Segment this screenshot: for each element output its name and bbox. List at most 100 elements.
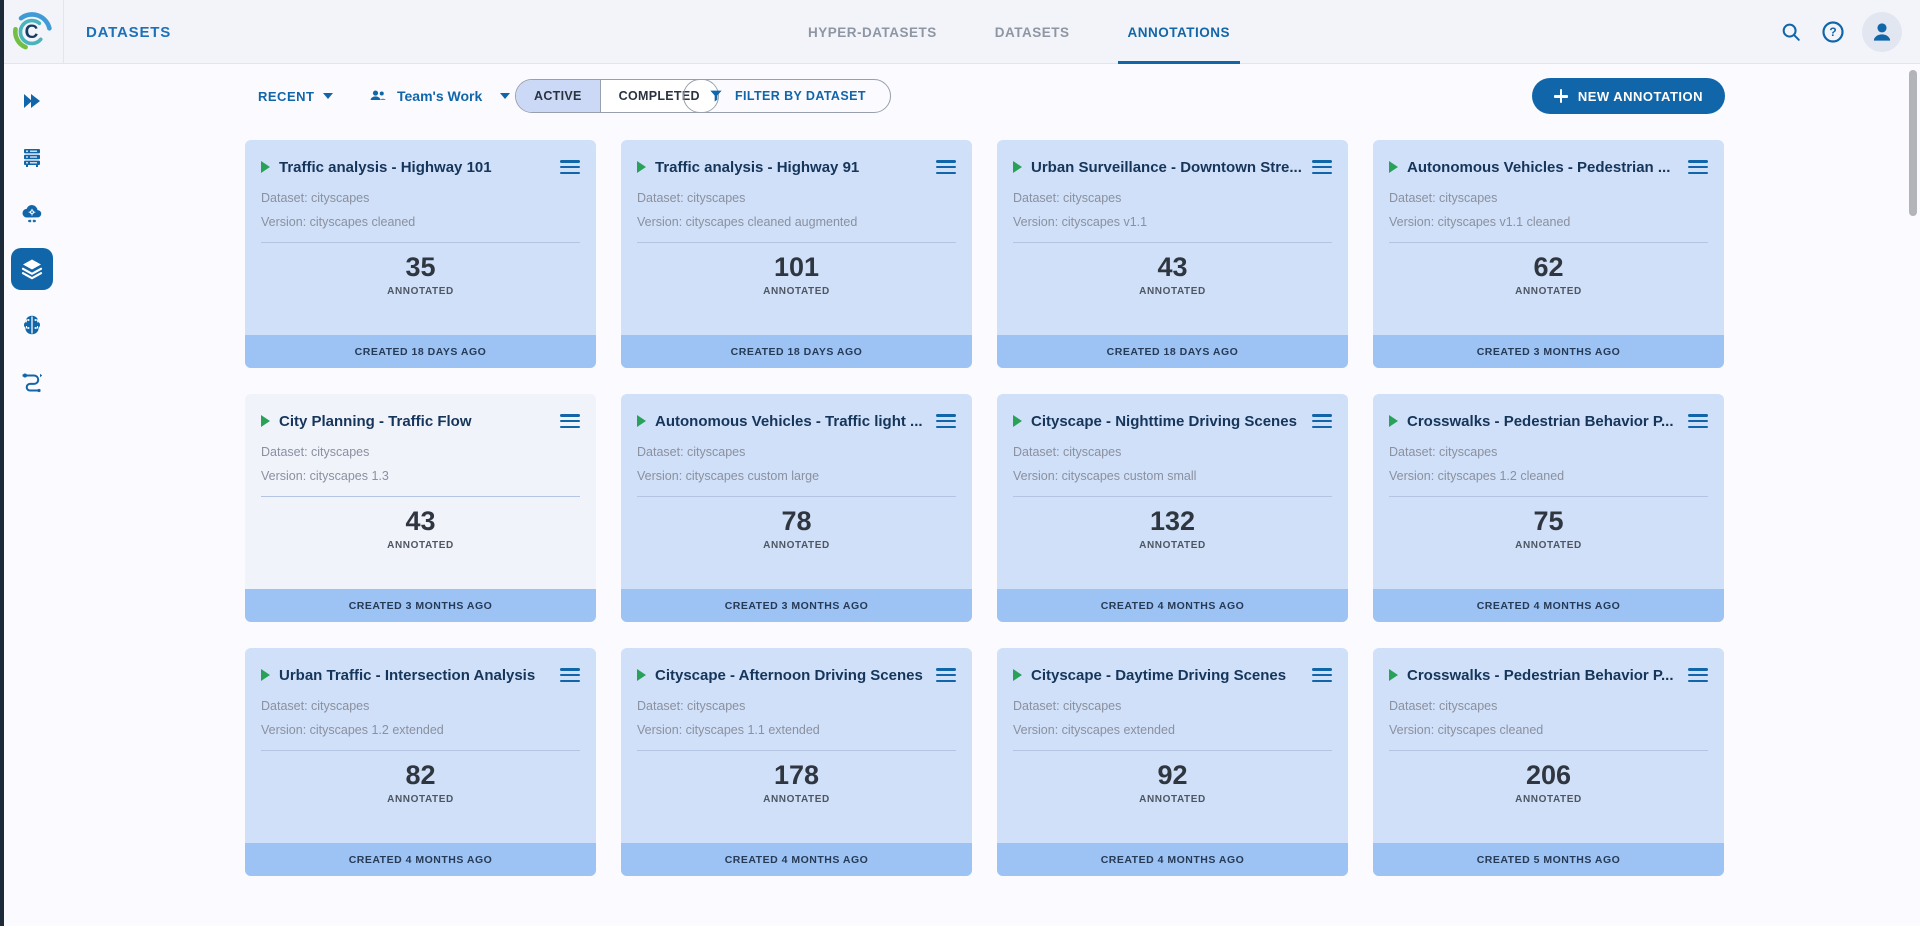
sidebar-item-projects[interactable] [11,80,53,122]
card-menu-icon[interactable] [936,663,956,687]
card-menu-icon[interactable] [560,155,580,179]
sidebar-item-applications[interactable] [11,192,53,234]
card-divider [1389,496,1708,497]
annotated-count: 178 [621,760,972,791]
annotation-card[interactable]: Traffic analysis - Highway 91 Dataset: c… [621,140,972,368]
card-version: Version: cityscapes v1.1 [997,215,1348,229]
sort-dropdown[interactable]: RECENT [258,78,333,114]
filter-toolbar: RECENT Team's Work ACTIVE COMPLETED FILT… [0,78,1920,114]
annotated-count: 132 [997,506,1348,537]
brain-icon [20,313,44,337]
double-chevron-icon [20,89,44,113]
card-version: Version: cityscapes cleaned augmented [621,215,972,229]
app-logo[interactable]: C [0,0,64,64]
card-title: Autonomous Vehicles - Traffic light ... [655,413,927,430]
card-dataset: Dataset: cityscapes [1373,445,1724,459]
card-title: City Planning - Traffic Flow [279,413,551,430]
sidebar-item-workers-queues[interactable] [11,136,53,178]
sidebar-item-models[interactable] [11,304,53,346]
scope-dropdown[interactable]: Team's Work [368,78,510,114]
card-menu-icon[interactable] [1312,155,1332,179]
card-menu-icon[interactable] [560,409,580,433]
play-icon [261,161,270,173]
sidebar-item-pipelines[interactable] [11,360,53,402]
card-menu-icon[interactable] [1312,663,1332,687]
filter-by-dataset-button[interactable]: FILTER BY DATASET [683,79,891,113]
card-title: Cityscape - Daytime Driving Scenes [1031,667,1303,684]
annotated-label: ANNOTATED [621,794,972,805]
annotated-count: 101 [621,252,972,283]
card-menu-icon[interactable] [1688,155,1708,179]
annotation-card[interactable]: Autonomous Vehicles - Pedestrian ... Dat… [1373,140,1724,368]
vertical-scrollbar-thumb[interactable] [1909,70,1917,216]
card-menu-icon[interactable] [1688,409,1708,433]
card-created-badge: CREATED 3 MONTHS AGO [245,589,596,622]
card-dataset: Dataset: cityscapes [1373,191,1724,205]
card-menu-icon[interactable] [1688,663,1708,687]
tab-hyper-datasets[interactable]: HYPER-DATASETS [804,0,941,64]
annotation-card[interactable]: Crosswalks - Pedestrian Behavior P... Da… [1373,648,1724,876]
annotation-card[interactable]: Cityscape - Nighttime Driving Scenes Dat… [997,394,1348,622]
card-dataset: Dataset: cityscapes [997,445,1348,459]
card-divider [1389,242,1708,243]
funnel-icon [708,88,724,104]
play-icon [1389,161,1398,173]
card-title: Traffic analysis - Highway 101 [279,159,551,176]
annotated-label: ANNOTATED [1373,794,1724,805]
new-annotation-button[interactable]: NEW ANNOTATION [1532,78,1725,114]
left-sidebar [0,64,64,926]
sidebar-item-datasets[interactable] [11,248,53,290]
card-dataset: Dataset: cityscapes [621,699,972,713]
annotation-card[interactable]: Autonomous Vehicles - Traffic light ... … [621,394,972,622]
annotated-label: ANNOTATED [245,540,596,551]
person-icon [1869,19,1895,45]
annotated-count: 92 [997,760,1348,791]
logo-letter: C [10,10,54,54]
sort-dropdown-label: RECENT [258,89,314,104]
card-grid: Traffic analysis - Highway 101 Dataset: … [245,140,1724,876]
card-created-badge: CREATED 4 MONTHS AGO [1373,589,1724,622]
card-menu-icon[interactable] [936,155,956,179]
search-icon[interactable] [1778,19,1804,45]
annotated-count: 78 [621,506,972,537]
card-menu-icon[interactable] [560,663,580,687]
chevron-down-icon [500,93,510,99]
card-dataset: Dataset: cityscapes [621,445,972,459]
annotation-card[interactable]: Urban Traffic - Intersection Analysis Da… [245,648,596,876]
annotation-card[interactable]: Urban Surveillance - Downtown Stre... Da… [997,140,1348,368]
user-avatar[interactable] [1862,12,1902,52]
layers-icon [20,257,44,281]
tab-annotations[interactable]: ANNOTATIONS [1124,0,1235,64]
toggle-active[interactable]: ACTIVE [516,80,601,112]
card-title: Cityscape - Afternoon Driving Scenes [655,667,927,684]
team-icon [368,86,388,106]
annotation-card[interactable]: Cityscape - Afternoon Driving Scenes Dat… [621,648,972,876]
annotation-card[interactable]: Cityscape - Daytime Driving Scenes Datas… [997,648,1348,876]
card-created-badge: CREATED 4 MONTHS AGO [997,843,1348,876]
help-icon[interactable]: ? [1820,19,1846,45]
card-divider [261,496,580,497]
annotated-count: 82 [245,760,596,791]
card-version: Version: cityscapes 1.2 cleaned [1373,469,1724,483]
page-title: DATASETS [86,0,171,64]
card-created-badge: CREATED 4 MONTHS AGO [621,843,972,876]
card-divider [261,242,580,243]
annotation-card[interactable]: Crosswalks - Pedestrian Behavior P... Da… [1373,394,1724,622]
annotation-card[interactable]: Traffic analysis - Highway 101 Dataset: … [245,140,596,368]
card-version: Version: cityscapes cleaned [1373,723,1724,737]
card-dataset: Dataset: cityscapes [997,191,1348,205]
card-created-badge: CREATED 4 MONTHS AGO [997,589,1348,622]
card-dataset: Dataset: cityscapes [621,191,972,205]
server-rack-icon [20,145,44,169]
annotation-card[interactable]: City Planning - Traffic Flow Dataset: ci… [245,394,596,622]
card-menu-icon[interactable] [936,409,956,433]
card-divider [637,750,956,751]
card-divider [1389,750,1708,751]
card-title: Traffic analysis - Highway 91 [655,159,927,176]
card-version: Version: cityscapes custom large [621,469,972,483]
card-menu-icon[interactable] [1312,409,1332,433]
card-version: Version: cityscapes extended [997,723,1348,737]
annotated-label: ANNOTATED [997,540,1348,551]
tab-datasets[interactable]: DATASETS [991,0,1074,64]
annotated-count: 43 [997,252,1348,283]
